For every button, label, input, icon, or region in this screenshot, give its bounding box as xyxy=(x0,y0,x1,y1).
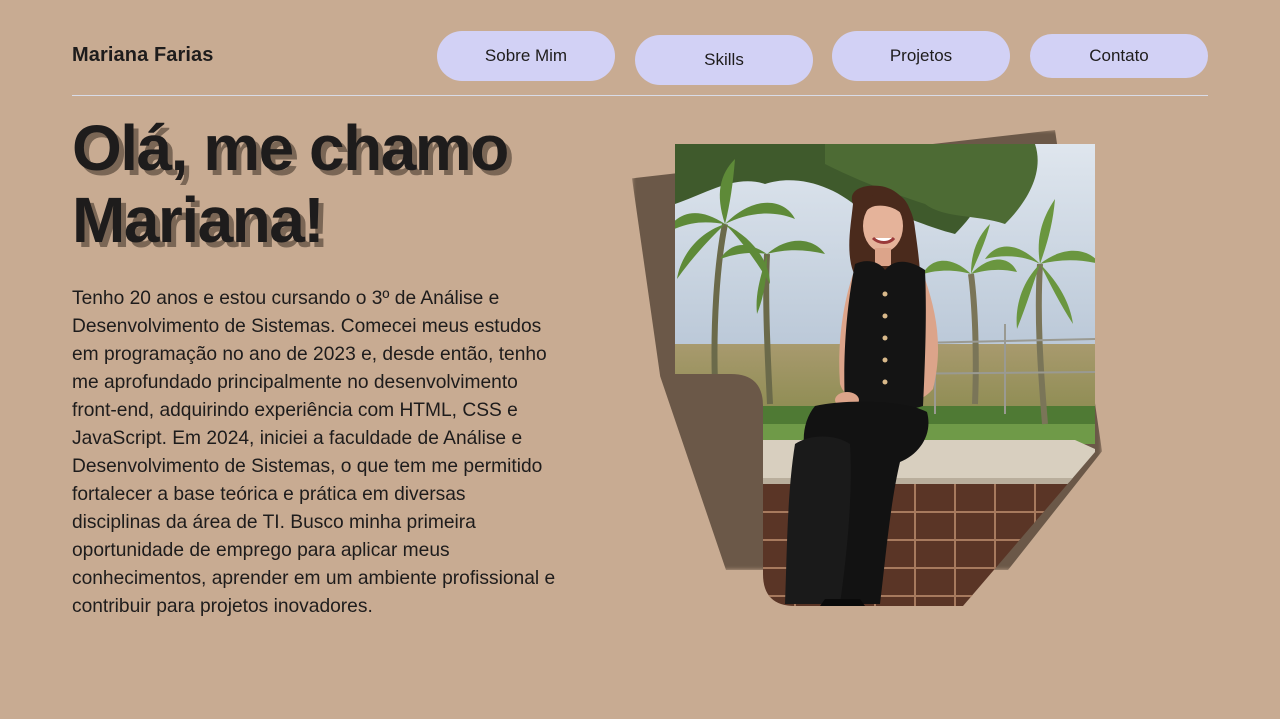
brand-name[interactable]: Mariana Farias xyxy=(72,44,213,67)
hero-title: Olá, me chamo Mariana! xyxy=(72,112,509,256)
page: Mariana Farias Sobre Mim Skills Projetos… xyxy=(0,0,1280,719)
nav-button-sobre-mim[interactable]: Sobre Mim xyxy=(437,31,615,81)
nav-button-contato[interactable]: Contato xyxy=(1030,34,1208,78)
nav-button-projetos[interactable]: Projetos xyxy=(832,31,1010,81)
bio-paragraph: Tenho 20 anos e estou cursando o 3º de A… xyxy=(72,288,556,617)
header-divider xyxy=(72,95,1208,96)
nav-button-skills[interactable]: Skills xyxy=(635,35,813,85)
